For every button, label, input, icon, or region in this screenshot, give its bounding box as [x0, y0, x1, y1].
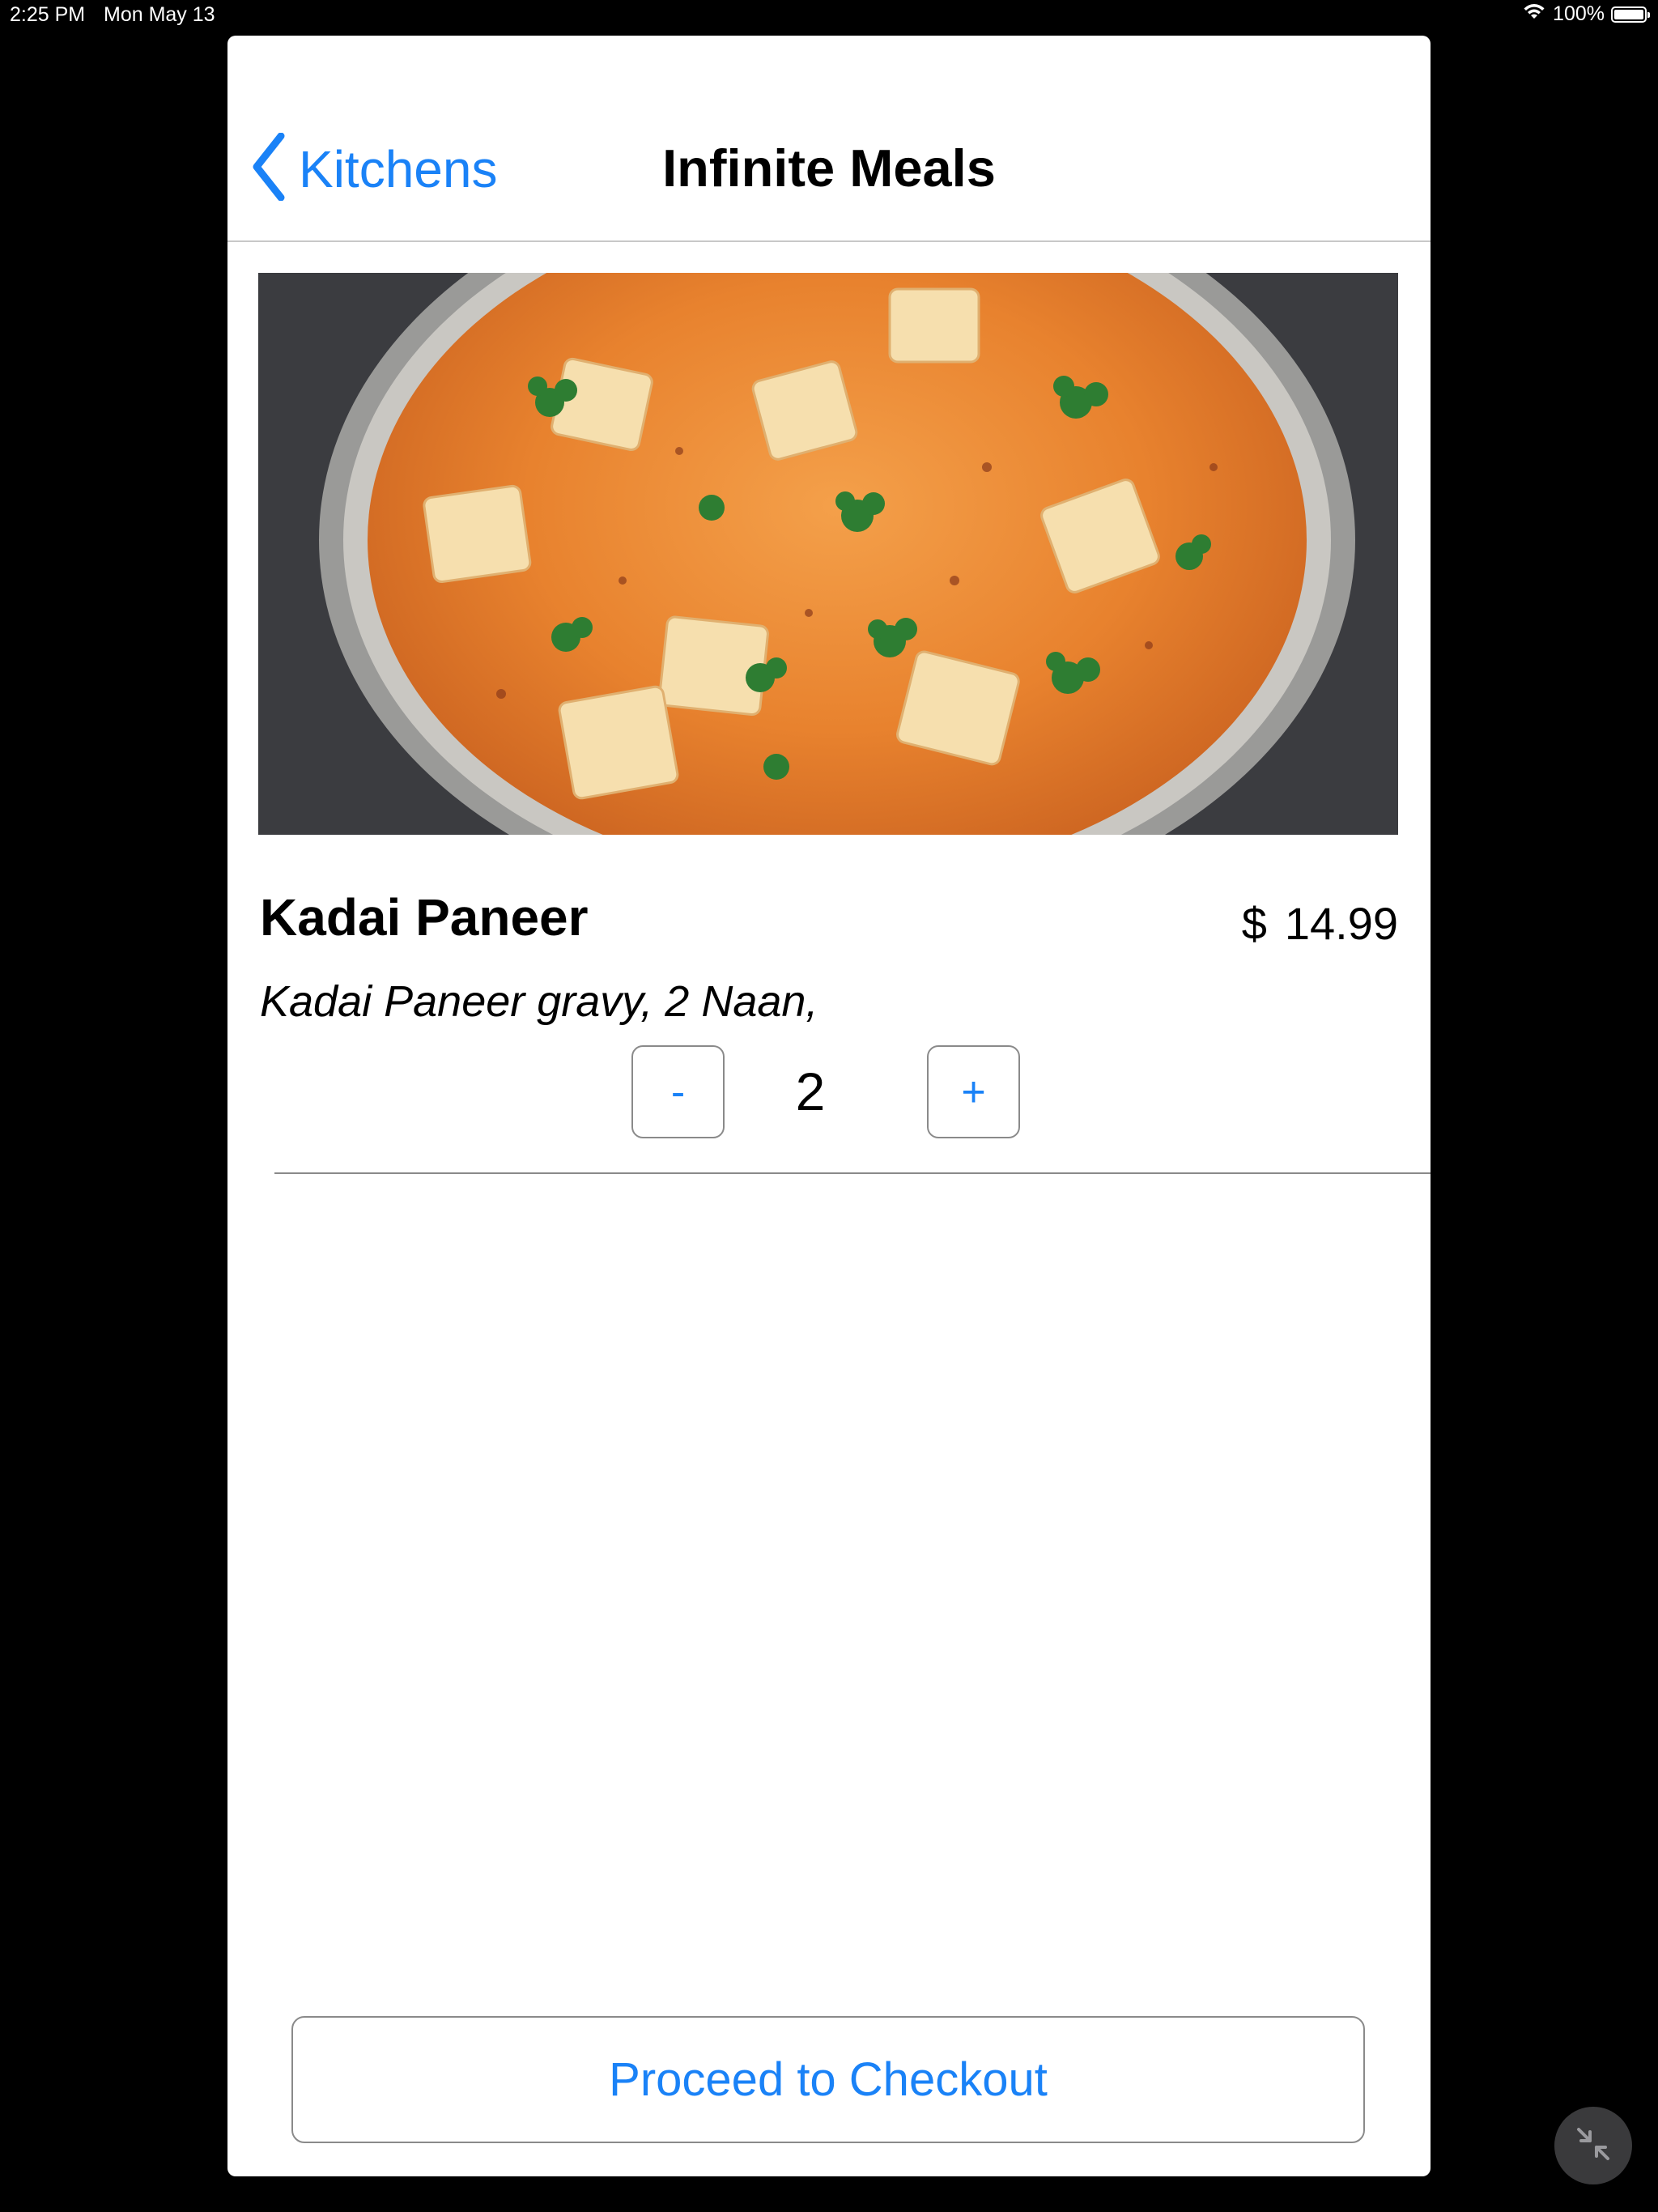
- status-indicators: 100%: [1522, 2, 1650, 26]
- meal-description: Kadai Paneer gravy, 2 Naan,: [260, 977, 818, 1026]
- quantity-value: 2: [795, 1061, 826, 1121]
- collapse-button[interactable]: [1554, 2107, 1632, 2184]
- meal-price: $14.99: [1242, 897, 1398, 950]
- meal-name: Kadai Paneer: [260, 888, 589, 946]
- status-date: Mon May 13: [104, 3, 215, 26]
- battery-level: [1614, 9, 1643, 19]
- wifi-icon: [1522, 2, 1546, 26]
- proceed-to-checkout-button[interactable]: Proceed to Checkout: [291, 2016, 1365, 2143]
- price-currency: $: [1241, 898, 1267, 949]
- page-title: Infinite Meals: [662, 138, 996, 198]
- collapse-arrows-icon: [1574, 2125, 1613, 2167]
- meal-detail-sheet: Kitchens Infinite Meals Kadai Paneer $ 1…: [227, 36, 1431, 2176]
- decrease-quantity-button[interactable]: -: [631, 1045, 725, 1138]
- battery-percent: 100%: [1553, 2, 1605, 25]
- navigation-bar: Kitchens Infinite Meals: [227, 36, 1431, 242]
- meal-photo: [258, 273, 1398, 835]
- divider: [274, 1172, 1431, 1174]
- price-value: 14.99: [1284, 898, 1398, 949]
- increase-quantity-button[interactable]: +: [927, 1045, 1020, 1138]
- status-time: 2:25 PM: [10, 3, 86, 26]
- status-bar: 2:25 PM Mon May 13 100%: [0, 0, 1658, 32]
- battery-icon: [1611, 6, 1650, 23]
